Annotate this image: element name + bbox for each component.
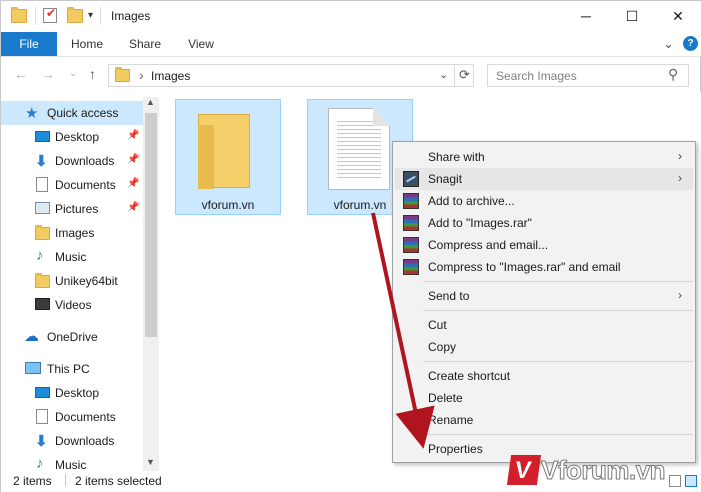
- red-arrow: [371, 212, 435, 449]
- watermark-text: Vforum.vn: [540, 455, 666, 486]
- watermark-logo: V Vforum.vn: [505, 451, 701, 491]
- explorer-window: ✔ ▾ Images ─ ☐ ✕ File Home Share View ⌄ …: [0, 0, 701, 492]
- annotation-arrow: [371, 212, 435, 449]
- logo-mark: V: [506, 455, 542, 485]
